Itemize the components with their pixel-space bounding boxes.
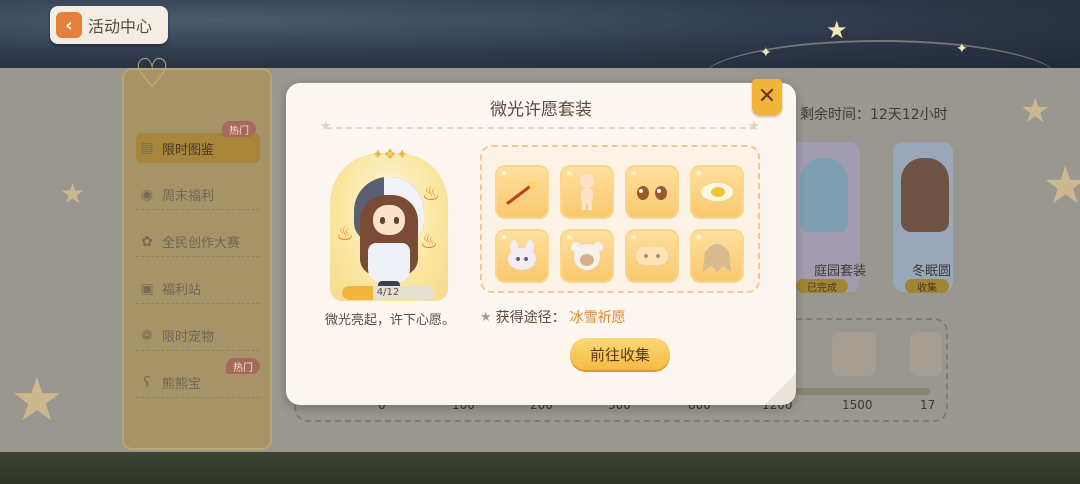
source-label: 获得途径： xyxy=(495,310,566,326)
outfit-items-grid: ★ ★ ★ ★ ★ ★ ★ ★ xyxy=(480,145,760,293)
flame-icon: ♨ xyxy=(336,221,354,245)
bunny-bag-icon xyxy=(508,240,536,270)
sparkler-wand-icon xyxy=(506,181,537,205)
acquire-source: ★ 获得途径： 冰雪祈愿 xyxy=(480,307,626,327)
bear-icon: ʕ xyxy=(143,374,151,391)
decor-star-icon: ★ xyxy=(60,177,86,210)
paw-icon: ❁ xyxy=(141,327,153,344)
flame-icon: ♨ xyxy=(422,181,440,205)
sidebar-item-limited-catalog[interactable]: ▤ 限时图鉴 xyxy=(136,133,260,163)
bottom-scenery-strip xyxy=(0,452,1080,484)
back-to-activity-center-button[interactable]: ‹ 活动中心 xyxy=(50,6,168,44)
outfit-set-dialog: 微光许愿套装 ★ ★ ✕ ♨ ♨ ♨ ✦❖✦ 4/12 微光亮起，许下心愿。 ★… xyxy=(286,79,796,405)
sparkle-star-icon: ✦ xyxy=(760,45,772,61)
outfit-card-name: 庭园套装 xyxy=(814,264,867,279)
sidebar-item-welfare-station[interactable]: ▣ 福利站 xyxy=(136,274,260,304)
star-icon: ★ xyxy=(500,233,509,243)
eyes-icon xyxy=(637,186,667,200)
hot-badge: 热门 xyxy=(226,358,260,374)
sparkle-star-icon: ★ xyxy=(826,16,848,44)
star-icon: ★ xyxy=(630,169,639,179)
character-eye xyxy=(394,217,399,224)
close-icon: ✕ xyxy=(757,84,777,109)
track-milestone-label: 1500 xyxy=(842,398,873,412)
sidebar-item-label: 熊熊宝 xyxy=(162,377,202,392)
sidebar-item-label: 福利站 xyxy=(162,283,202,298)
item-slot-eyes[interactable]: ★ xyxy=(625,165,679,219)
character-body xyxy=(368,243,410,283)
outfit-character-image xyxy=(901,158,949,232)
outfit-card-status: 已完成 xyxy=(796,279,848,294)
outfit-preview-portrait: ♨ ♨ ♨ xyxy=(330,153,448,301)
sidebar-item-label: 周末福利 xyxy=(162,189,215,204)
mouth-icon xyxy=(701,183,733,201)
outfit-card-name: 冬眠圆 xyxy=(912,264,952,279)
star-icon: ★ xyxy=(500,169,509,179)
sidebar-item-label: 全民创作大赛 xyxy=(162,236,241,251)
bread-scarf-icon xyxy=(636,247,668,265)
chevron-left-icon: ‹ xyxy=(56,12,82,38)
remaining-time-text: 剩余时间：12天12小时 xyxy=(800,107,948,123)
gift-circle-icon: ◉ xyxy=(140,186,154,203)
outfit-slogan: 微光亮起，许下心愿。 xyxy=(324,313,455,328)
decor-star-icon: ★ xyxy=(10,365,64,435)
doll-body-icon xyxy=(580,174,594,210)
item-slot-bear-hood[interactable]: ★ xyxy=(560,229,614,283)
sidebar-item-limited-pet[interactable]: ❁ 限时宠物 xyxy=(136,321,260,351)
collection-progress-bar: 4/12 xyxy=(342,286,434,300)
box-icon: ▣ xyxy=(140,280,154,297)
reward-icon[interactable] xyxy=(832,332,876,376)
go-collect-button[interactable]: 前往收集 xyxy=(570,338,670,370)
item-slot-sparkler-wand[interactable]: ★ xyxy=(495,165,549,219)
flame-icon: ♨ xyxy=(420,229,438,253)
sidebar-item-label: 限时宠物 xyxy=(162,330,215,345)
star-icon: ★ xyxy=(565,169,574,179)
page-curl-decoration xyxy=(764,373,796,405)
item-slot-long-hair[interactable]: ★ xyxy=(690,229,744,283)
progress-text: 4/12 xyxy=(376,287,400,298)
sidebar-item-weekend-bonus[interactable]: ◉ 周末福利 xyxy=(136,180,260,210)
decor-star-icon: ★ xyxy=(1042,156,1080,216)
item-slot-bread-scarf[interactable]: ★ xyxy=(625,229,679,283)
sidebar-item-creation-contest[interactable]: ✿ 全民创作大赛 xyxy=(136,227,260,257)
item-slot-mouth[interactable]: ★ xyxy=(690,165,744,219)
track-milestone-label: 17 xyxy=(920,398,936,412)
source-value-link[interactable]: 冰雪祈愿 xyxy=(570,307,626,327)
title-divider xyxy=(326,127,756,129)
star-icon: ★ xyxy=(748,119,760,134)
outfit-card-status: 收集 xyxy=(905,279,949,294)
character-face xyxy=(373,205,405,235)
star-icon: ★ xyxy=(695,169,704,179)
sparkle-star-icon: ✦ xyxy=(956,41,968,57)
character-eye xyxy=(380,217,385,224)
reward-icon[interactable] xyxy=(910,332,942,376)
back-button-label: 活动中心 xyxy=(88,17,153,36)
star-icon: ★ xyxy=(695,233,704,243)
hot-badge: 热门 xyxy=(222,121,256,137)
close-button[interactable]: ✕ xyxy=(752,79,782,115)
heart-ribbon-icon: ♡ xyxy=(134,51,170,97)
outfit-character-image xyxy=(800,158,848,232)
book-icon: ▤ xyxy=(140,140,154,156)
item-slot-bunny-bag[interactable]: ★ xyxy=(495,229,549,283)
star-icon: ★ xyxy=(480,309,492,325)
star-icon: ★ xyxy=(565,233,574,243)
bear-hood-icon xyxy=(571,242,603,270)
star-icon: ★ xyxy=(320,119,332,134)
decor-star-icon: ★ xyxy=(1020,91,1051,131)
item-slot-doll-body[interactable]: ★ xyxy=(560,165,614,219)
palette-icon: ✿ xyxy=(141,233,153,250)
dialog-title: 微光许愿套装 xyxy=(490,100,592,120)
sidebar-item-label: 限时图鉴 xyxy=(162,142,215,158)
crown-sparkle-icon: ✦❖✦ xyxy=(371,147,408,163)
star-icon: ★ xyxy=(630,233,639,243)
